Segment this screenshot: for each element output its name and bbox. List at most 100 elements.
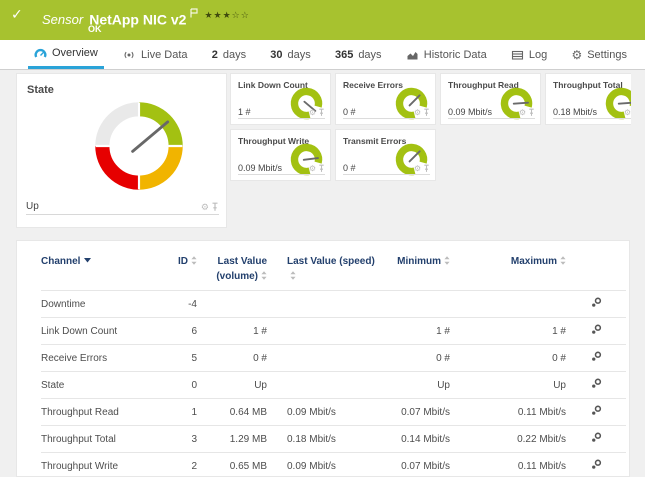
column-header-actions <box>566 241 626 291</box>
table-row[interactable]: Throughput Read 1 0.64 MB 0.09 Mbit/s 0.… <box>41 399 626 426</box>
tab-log[interactable]: Log <box>505 40 553 69</box>
column-header-last-value-volume[interactable]: Last Value (volume) <box>197 241 267 291</box>
gear-icon[interactable]: ⚙ <box>414 165 421 173</box>
cell-minimum: Up <box>375 372 450 399</box>
tab-label: Live Data <box>141 49 187 61</box>
gauge-needle <box>410 151 420 161</box>
gear-icon[interactable]: ⚙ <box>519 109 526 117</box>
cell-last-value-volume <box>197 291 267 318</box>
gauge-panel: Transmit Errors 0 # ⚙ <box>335 129 436 181</box>
cell-channel: Downtime <box>41 291 159 318</box>
cell-last-value-speed <box>267 318 375 345</box>
cell-maximum: 0.22 Mbit/s <box>450 426 566 453</box>
gauge-panel: Receive Errors 0 # ⚙ <box>335 73 436 125</box>
tab-overview[interactable]: Overview <box>28 40 104 69</box>
pin-icon[interactable] <box>318 108 325 117</box>
tab-historic-data[interactable]: Historic Data <box>400 40 493 69</box>
cell-id: 5 <box>159 345 197 372</box>
cell-channel: Throughput Write <box>41 453 159 477</box>
cell-minimum: 0.07 Mbit/s <box>375 453 450 477</box>
cell-last-value-volume: 0.64 MB <box>197 399 267 426</box>
pin-icon[interactable] <box>423 108 430 117</box>
pin-icon[interactable] <box>211 202 219 212</box>
gear-icon[interactable]: ⚙ <box>201 203 209 212</box>
cell-maximum: 1 # <box>450 318 566 345</box>
edit-channel-icon[interactable] <box>591 351 602 362</box>
gauge-value: 0 # <box>343 163 356 173</box>
status-check-icon: ✓ <box>11 6 23 23</box>
edit-channel-icon[interactable] <box>591 432 602 443</box>
star-empty-icon[interactable]: ☆ <box>241 10 250 20</box>
gauge-value: 0.09 Mbit/s <box>448 107 492 117</box>
column-header-id[interactable]: ID <box>159 241 197 291</box>
sort-icon <box>290 271 296 280</box>
sort-icon <box>444 256 450 265</box>
table-row[interactable]: Throughput Write 2 0.65 MB 0.09 Mbit/s 0… <box>41 453 626 477</box>
pin-icon[interactable] <box>318 164 325 173</box>
column-header-minimum[interactable]: Minimum <box>375 241 450 291</box>
column-header-maximum[interactable]: Maximum <box>450 241 566 291</box>
cell-last-value-speed <box>267 372 375 399</box>
gauge-needle <box>410 95 420 105</box>
cell-id: 1 <box>159 399 197 426</box>
gear-icon[interactable]: ⚙ <box>414 109 421 117</box>
table-row[interactable]: Downtime -4 <box>41 291 626 318</box>
gauge-panel: Link Down Count 1 # ⚙ <box>230 73 331 125</box>
star-filled-icon[interactable]: ★ <box>214 10 223 20</box>
tab-live-data[interactable]: Live Data <box>116 40 193 69</box>
tab-365-days[interactable]: 365 days <box>329 40 388 69</box>
pin-icon[interactable] <box>528 108 535 117</box>
star-rating[interactable]: ★★★☆☆ <box>204 10 249 20</box>
cell-maximum: 0.11 Mbit/s <box>450 399 566 426</box>
cell-minimum: 1 # <box>375 318 450 345</box>
edit-channel-icon[interactable] <box>591 405 602 416</box>
cell-id: -4 <box>159 291 197 318</box>
table-row[interactable]: Link Down Count 6 1 # 1 # 1 # <box>41 318 626 345</box>
cell-channel: Throughput Read <box>41 399 159 426</box>
star-filled-icon[interactable]: ★ <box>204 10 213 20</box>
gear-icon[interactable]: ⚙ <box>624 109 631 117</box>
status-badge: OK <box>88 24 102 34</box>
edit-channel-icon[interactable] <box>591 459 602 470</box>
channel-table: Channel ID Last Value (volume) Last Valu… <box>41 241 626 477</box>
gear-icon[interactable]: ⚙ <box>309 109 316 117</box>
live-data-icon <box>122 49 136 61</box>
priority-flag-icon[interactable] <box>190 5 198 22</box>
cell-channel: Link Down Count <box>41 318 159 345</box>
settings-gear-icon: ⚙ <box>571 49 582 61</box>
cell-last-value-volume: 1.29 MB <box>197 426 267 453</box>
state-gauge-panel: State Up ⚙ <box>16 73 227 228</box>
column-header-last-value-speed[interactable]: Last Value (speed) <box>267 241 375 291</box>
tab-bar: Overview Live Data 2 days 30 days 365 da… <box>0 40 645 70</box>
cell-last-value-speed: 0.09 Mbit/s <box>267 399 375 426</box>
edit-channel-icon[interactable] <box>591 378 602 389</box>
sort-icon <box>261 271 267 280</box>
star-filled-icon[interactable]: ★ <box>223 10 232 20</box>
gauge-value: 0 # <box>343 107 356 117</box>
cell-channel: Receive Errors <box>41 345 159 372</box>
gauge-panel: Throughput Write 0.09 Mbit/s ⚙ <box>230 129 331 181</box>
column-header-channel[interactable]: Channel <box>41 241 159 291</box>
table-row[interactable]: Receive Errors 5 0 # 0 # 0 # <box>41 345 626 372</box>
pin-icon[interactable] <box>423 164 430 173</box>
edit-channel-icon[interactable] <box>591 297 602 308</box>
cell-id: 3 <box>159 426 197 453</box>
cell-channel: Throughput Total <box>41 426 159 453</box>
tab-label: days <box>223 49 246 61</box>
cell-last-value-speed: 0.18 Mbit/s <box>267 426 375 453</box>
gear-icon[interactable]: ⚙ <box>309 165 316 173</box>
cell-last-value-volume: 0 # <box>197 345 267 372</box>
tab-settings[interactable]: ⚙ Settings <box>565 40 633 69</box>
gauge-value: 0.18 Mbit/s <box>553 107 597 117</box>
tab-2-days[interactable]: 2 days <box>206 40 252 69</box>
cell-minimum: 0.14 Mbit/s <box>375 426 450 453</box>
table-row[interactable]: State 0 Up Up Up <box>41 372 626 399</box>
star-empty-icon[interactable]: ☆ <box>232 10 241 20</box>
cell-minimum <box>375 291 450 318</box>
edit-channel-icon[interactable] <box>591 324 602 335</box>
cell-channel: State <box>41 372 159 399</box>
cell-maximum <box>450 291 566 318</box>
table-row[interactable]: Throughput Total 3 1.29 MB 0.18 Mbit/s 0… <box>41 426 626 453</box>
tab-label: Historic Data <box>424 49 487 61</box>
tab-30-days[interactable]: 30 days <box>264 40 317 69</box>
